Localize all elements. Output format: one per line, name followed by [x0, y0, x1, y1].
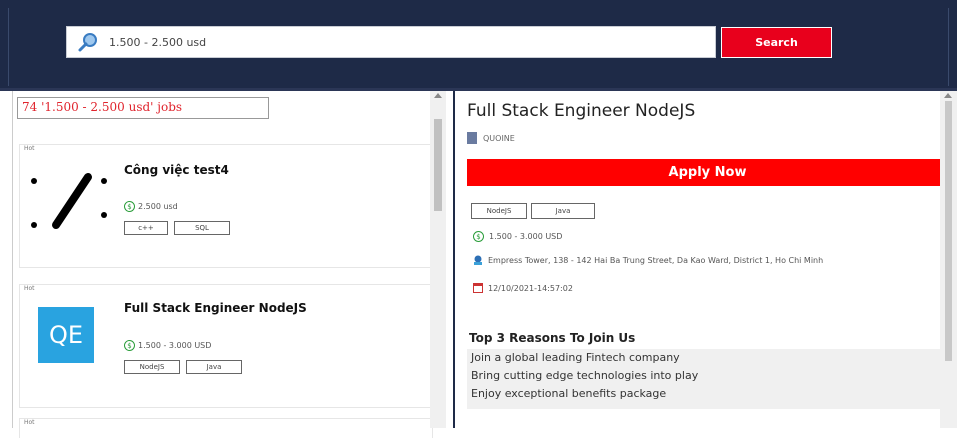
job-card[interactable]: Hot	[19, 418, 433, 438]
job-salary: $ 1.500 - 3.000 USD	[124, 340, 211, 351]
job-tags: NodeJS Java	[124, 360, 242, 374]
detail-address: Empress Tower, 138 - 142 Hai Ba Trung St…	[473, 255, 823, 265]
job-card[interactable]: Hot Công việc test4 $ 2.500 usd c++ SQL	[19, 144, 433, 268]
skill-tag[interactable]: NodeJS	[471, 203, 527, 219]
search-box[interactable]	[66, 26, 716, 58]
job-title[interactable]: Công việc test4	[124, 163, 229, 177]
job-salary: $ 2.500 usd	[124, 201, 178, 212]
detail-salary: $ 1.500 - 3.000 USD	[473, 231, 562, 242]
reason-item: Enjoy exceptional benefits package	[471, 387, 667, 400]
hot-badge: Hot	[24, 145, 35, 152]
search-input[interactable]	[109, 32, 699, 52]
scrollbar-thumb[interactable]	[945, 101, 952, 361]
company-logo: QE	[38, 307, 94, 363]
scroll-up-icon[interactable]	[944, 93, 952, 98]
building-icon	[467, 132, 477, 144]
calendar-icon	[473, 283, 483, 293]
skill-tag[interactable]: SQL	[174, 221, 230, 235]
search-icon	[78, 33, 97, 52]
skill-tag[interactable]: NodeJS	[124, 360, 180, 374]
reasons-heading: Top 3 Reasons To Join Us	[469, 331, 636, 345]
reason-item: Join a global leading Fintech company	[471, 351, 680, 364]
salary-text: 1.500 - 3.000 USD	[138, 341, 212, 350]
money-icon: $	[124, 201, 135, 212]
hot-badge: Hot	[24, 285, 35, 292]
results-scrollbar[interactable]	[430, 91, 446, 428]
results-list: 74 '1.500 - 2.500 usd' jobs Hot Công việ…	[12, 91, 446, 438]
header-bar: Search	[0, 0, 957, 88]
job-tags: c++ SQL	[124, 221, 230, 235]
search-button[interactable]: Search	[721, 27, 832, 58]
date-text: 12/10/2021-14:57:02	[488, 283, 573, 293]
detail-date: 12/10/2021-14:57:02	[473, 283, 573, 293]
address-text: Empress Tower, 138 - 142 Hai Ba Trung St…	[488, 255, 824, 265]
company-logo	[31, 173, 107, 229]
detail-scrollbar[interactable]	[940, 91, 957, 428]
results-count: 74 '1.500 - 2.500 usd' jobs	[17, 97, 269, 119]
skill-tag[interactable]: c++	[124, 221, 168, 235]
company-label: QUOINE	[483, 133, 515, 143]
company-name[interactable]: QUOINE	[467, 132, 515, 144]
job-card[interactable]: Hot QE Full Stack Engineer NodeJS $ 1.50…	[19, 284, 433, 408]
money-icon: $	[473, 231, 484, 242]
salary-text: 1.500 - 3.000 USD	[489, 232, 563, 241]
reason-item: Bring cutting edge technologies into pla…	[471, 369, 699, 382]
salary-text: 2.500 usd	[138, 202, 178, 211]
skill-tag[interactable]: Java	[531, 203, 595, 219]
reasons-list: Join a global leading Fintech company Br…	[467, 349, 947, 409]
money-icon: $	[124, 340, 135, 351]
location-pin-icon	[474, 255, 482, 265]
detail-tags: NodeJS Java	[471, 203, 595, 219]
apply-now-button[interactable]: Apply Now	[467, 159, 948, 186]
detail-job-title: Full Stack Engineer NodeJS	[467, 101, 696, 121]
skill-tag[interactable]: Java	[186, 360, 242, 374]
job-title[interactable]: Full Stack Engineer NodeJS	[124, 301, 307, 315]
scroll-up-icon[interactable]	[434, 93, 442, 98]
hot-badge: Hot	[24, 419, 35, 426]
job-detail-panel: Full Stack Engineer NodeJS QUOINE Apply …	[453, 91, 957, 428]
scrollbar-thumb[interactable]	[434, 119, 442, 211]
